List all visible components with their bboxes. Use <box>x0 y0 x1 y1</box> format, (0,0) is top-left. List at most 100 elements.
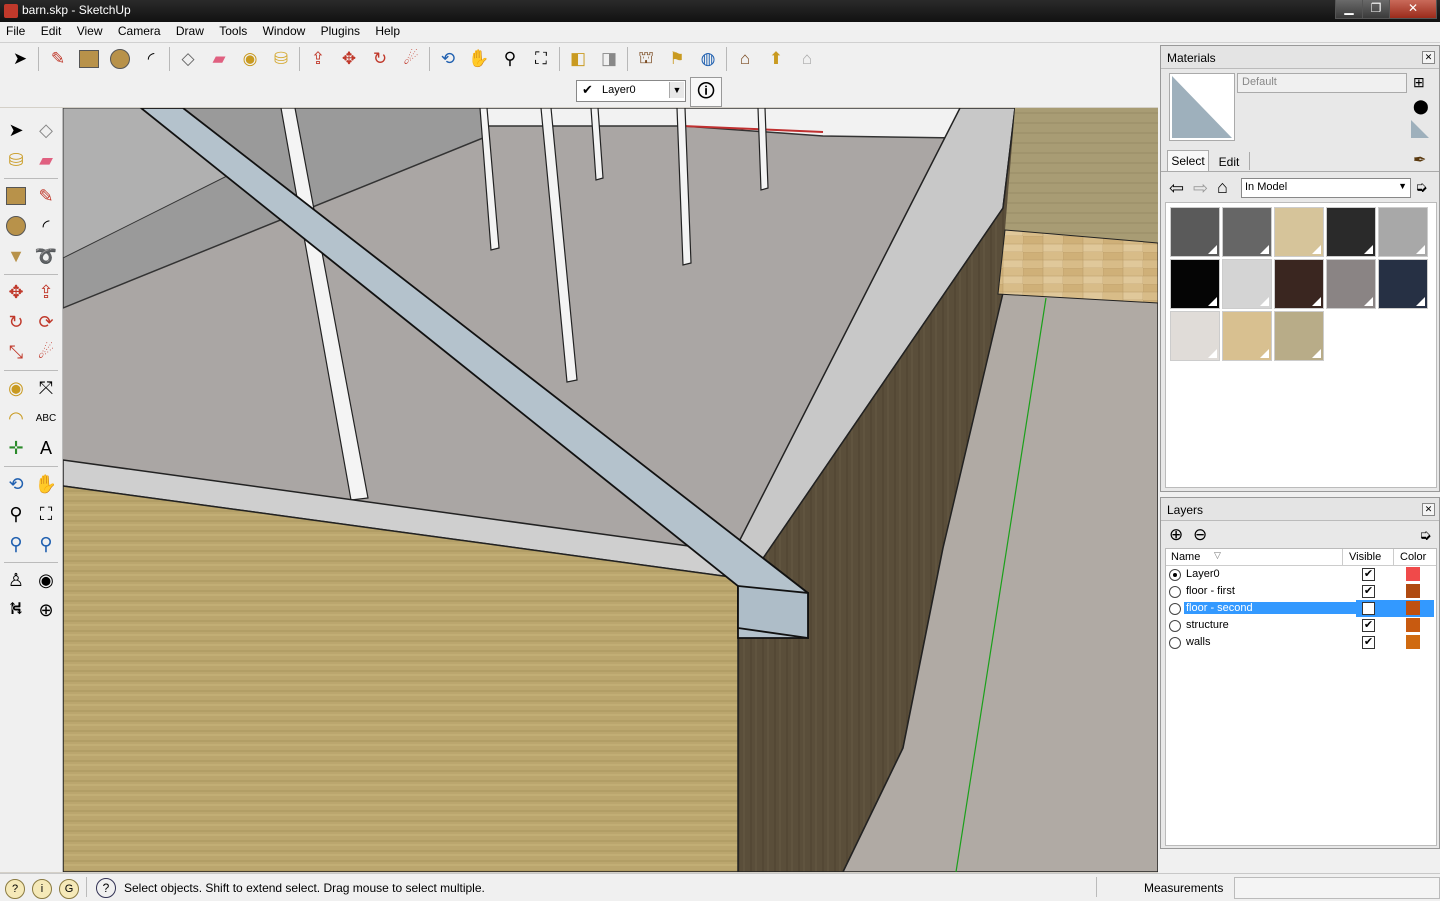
make-component-icon[interactable]: ◇ <box>175 46 201 72</box>
chevron-down-icon[interactable]: ▼ <box>669 82 684 98</box>
layer-name[interactable]: Layer0 <box>1184 568 1222 580</box>
section-plane-icon[interactable]: ⊕ <box>32 596 60 624</box>
components-icon[interactable]: ⬆ <box>763 46 789 72</box>
layer-name[interactable]: floor - second <box>1184 602 1360 614</box>
help-icon[interactable]: ? <box>96 878 116 898</box>
zoom-window-icon[interactable]: ⛶ <box>32 500 60 528</box>
swatch-stone[interactable] <box>1222 311 1272 361</box>
look-around-icon[interactable]: ◉ <box>32 566 60 594</box>
zoom-icon[interactable]: ⚲ <box>2 500 30 528</box>
column-color[interactable]: Color <box>1400 551 1426 563</box>
model-viewport[interactable] <box>63 108 1158 872</box>
swatch-marble[interactable] <box>1170 311 1220 361</box>
layer-visible-checkbox[interactable]: ✔ <box>1362 636 1375 649</box>
swatch-concrete[interactable] <box>1222 259 1272 309</box>
zoom-icon[interactable]: ⚲ <box>497 46 523 72</box>
swatch-charcoal[interactable] <box>1326 207 1376 257</box>
position-camera-icon[interactable]: ♙ <box>2 566 30 594</box>
protractor-icon[interactable]: ◠ <box>2 404 30 432</box>
previous-icon[interactable]: ⚲ <box>2 530 30 558</box>
select-icon[interactable]: ➤ <box>2 116 30 144</box>
home-icon[interactable]: ⌂ <box>1217 177 1228 198</box>
arc-icon[interactable]: ◜ <box>138 46 164 72</box>
move-icon[interactable]: ✥ <box>2 278 30 306</box>
layer-visible-checkbox[interactable] <box>1362 602 1375 615</box>
offset-icon[interactable]: ☄ <box>32 338 60 366</box>
axes-icon[interactable]: ✛ <box>2 434 30 462</box>
active-layer-radio[interactable] <box>1169 637 1181 649</box>
layer-visible-checkbox[interactable]: ✔ <box>1362 568 1375 581</box>
display-secondary-pane-icon[interactable]: ⬤ <box>1413 98 1429 115</box>
details-arrow-icon[interactable]: ➭ <box>1415 178 1428 196</box>
swatch-grass[interactable] <box>1274 311 1324 361</box>
geo-location-icon[interactable]: ? <box>5 879 25 899</box>
orbit-icon[interactable]: ⟲ <box>435 46 461 72</box>
tab-select[interactable]: Select <box>1167 150 1209 171</box>
add-layer-icon[interactable]: ⊕ <box>1169 525 1183 545</box>
menu-help[interactable]: Help <box>369 22 406 38</box>
layer-visible-checkbox[interactable]: ✔ <box>1362 619 1375 632</box>
swatch-dark-brown[interactable] <box>1274 259 1324 309</box>
swatch-light-gray[interactable] <box>1378 207 1428 257</box>
column-name[interactable]: Name <box>1171 551 1200 563</box>
menu-window[interactable]: Window <box>257 22 312 38</box>
follow-me-icon[interactable]: ⟳ <box>32 308 60 336</box>
swatch-navy[interactable] <box>1378 259 1428 309</box>
zoom-extents-icon[interactable]: ⚲ <box>32 530 60 558</box>
details-arrow-icon[interactable]: ➭ <box>1419 526 1432 544</box>
arc-icon[interactable]: ◜ <box>32 212 60 240</box>
minimize-button[interactable]: ▁ <box>1335 0 1363 19</box>
make-component-icon[interactable]: ◇ <box>32 116 60 144</box>
layer-color-swatch[interactable] <box>1406 635 1420 649</box>
share-model-icon[interactable]: ⚑ <box>664 46 690 72</box>
push-pull-icon[interactable]: ⇪ <box>32 278 60 306</box>
layer-visible-checkbox[interactable]: ✔ <box>1362 585 1375 598</box>
tape-measure-icon[interactable]: ◉ <box>237 46 263 72</box>
walk-icon[interactable]: ⛕ <box>2 596 30 624</box>
active-layer-radio[interactable] <box>1169 569 1181 581</box>
zoom-extents-icon[interactable]: ⛶ <box>528 46 554 72</box>
layer-name[interactable]: walls <box>1184 636 1212 648</box>
back-arrow-icon[interactable]: ⇦ <box>1169 178 1184 199</box>
dimension-icon[interactable]: ⤧ <box>32 374 60 402</box>
push-pull-icon[interactable]: ⇪ <box>305 46 331 72</box>
menu-tools[interactable]: Tools <box>213 22 253 38</box>
material-name-field[interactable]: Default <box>1237 73 1407 93</box>
layer-color-swatch[interactable] <box>1406 618 1420 632</box>
active-layer-radio[interactable] <box>1169 586 1181 598</box>
paint-bucket-icon[interactable]: ⛁ <box>268 46 294 72</box>
scale-icon[interactable]: ⤡ <box>2 338 30 366</box>
circle-icon[interactable] <box>107 46 133 72</box>
active-layer-radio[interactable] <box>1169 603 1181 615</box>
layer-name[interactable]: structure <box>1184 619 1231 631</box>
close-icon[interactable]: ✕ <box>1422 51 1435 64</box>
forward-arrow-icon[interactable]: ⇨ <box>1193 178 1208 199</box>
eraser-icon[interactable]: ▰ <box>32 146 60 174</box>
close-button[interactable]: ✕ <box>1389 0 1437 19</box>
column-visible[interactable]: Visible <box>1349 551 1381 563</box>
menu-file[interactable]: File <box>0 22 31 38</box>
rectangle-icon[interactable] <box>76 46 102 72</box>
layer-row[interactable]: structure ✔ <box>1166 617 1434 634</box>
pencil-icon[interactable]: ✎ <box>32 182 60 210</box>
eyedropper-icon[interactable]: ✒ <box>1413 150 1426 170</box>
swatch-black[interactable] <box>1170 259 1220 309</box>
polygon-icon[interactable]: ▼ <box>2 242 30 270</box>
swatch-gray[interactable] <box>1222 207 1272 257</box>
layer-dropdown[interactable]: ✔ Layer0 ▼ <box>576 80 686 102</box>
swatch-granite[interactable] <box>1326 259 1376 309</box>
select-icon[interactable]: ➤ <box>7 46 33 72</box>
layer-name[interactable]: floor - first <box>1184 585 1237 597</box>
menu-draw[interactable]: Draw <box>170 22 210 38</box>
layer-row[interactable]: Layer0 ✔ <box>1166 566 1434 583</box>
menu-edit[interactable]: Edit <box>35 22 68 38</box>
paint-bucket-icon[interactable]: ⛁ <box>2 146 30 174</box>
create-material-icon[interactable]: ⊞ <box>1413 74 1425 91</box>
layer-color-swatch[interactable] <box>1406 567 1420 581</box>
menu-view[interactable]: View <box>71 22 109 38</box>
rectangle-icon[interactable] <box>2 182 30 210</box>
delete-layer-icon[interactable]: ⊖ <box>1193 525 1207 545</box>
active-layer-radio[interactable] <box>1169 620 1181 632</box>
circle-icon[interactable] <box>2 212 30 240</box>
swatch-tan[interactable] <box>1274 207 1324 257</box>
